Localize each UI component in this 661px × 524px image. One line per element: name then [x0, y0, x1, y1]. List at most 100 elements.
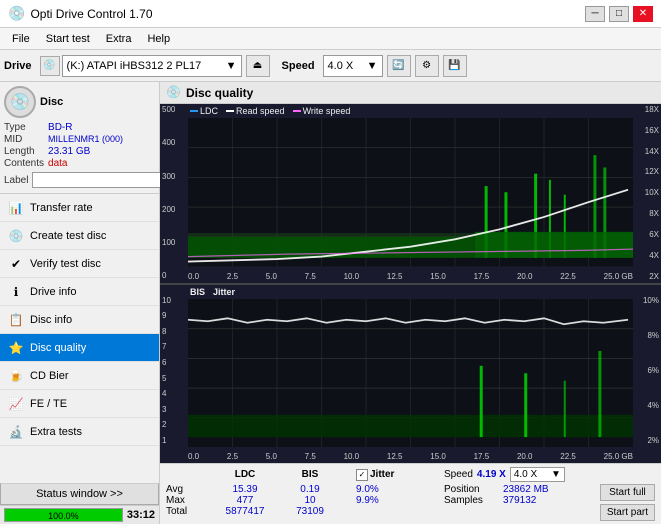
y-right-8x: 8X [635, 210, 659, 218]
write-speed-legend-label: Write speed [303, 106, 351, 116]
x-12-5: 12.5 [387, 273, 403, 281]
stats-area: LDC BIS ✓ Jitter Speed 4.19 X 4.0 X ▼ [160, 463, 661, 524]
menu-help[interactable]: Help [139, 31, 178, 47]
length-value: 23.31 GB [48, 146, 155, 157]
x-10: 10.0 [344, 273, 360, 281]
disc-info-label: Disc info [30, 314, 72, 326]
bis-jitter-header: BIS Jitter [190, 287, 235, 297]
transfer-rate-label: Transfer rate [30, 202, 93, 214]
start-part-button[interactable]: Start part [600, 504, 655, 521]
y-b-2: 2 [162, 421, 186, 429]
chart-bottom: BIS Jitter 10 9 8 7 6 5 4 3 2 1 [160, 284, 661, 464]
eject-button[interactable]: ⏏ [246, 55, 270, 77]
sidebar-item-verify-test-disc[interactable]: ✔ Verify test disc [0, 250, 159, 278]
xb-20: 20.0 [517, 453, 533, 461]
sidebar-item-transfer-rate[interactable]: 📊 Transfer rate [0, 194, 159, 222]
speed-dropdown[interactable]: 4.0 X ▼ [323, 55, 383, 77]
sidebar-item-drive-info[interactable]: ℹ Drive info [0, 278, 159, 306]
disc-quality-icon: ⭐ [8, 340, 24, 356]
save-button[interactable]: 💾 [443, 55, 467, 77]
position-label: Position [444, 484, 499, 495]
read-speed-legend-dot [226, 110, 234, 112]
y-right-16x: 16X [635, 127, 659, 135]
speed-label: Speed [282, 60, 315, 72]
samples-row: Samples 379132 [444, 495, 549, 506]
transfer-rate-icon: 📊 [8, 200, 24, 216]
y-br-6pct: 6% [635, 367, 659, 375]
speed-label-stats: Speed [444, 469, 473, 480]
x-axis-top: 0.0 2.5 5.0 7.5 10.0 12.5 15.0 17.5 20.0… [188, 273, 633, 281]
label-field-label: Label [4, 175, 28, 186]
y-b-6: 6 [162, 359, 186, 367]
disc-info-grid: Type BD-R MID MILLENMR1 (000) Length 23.… [4, 122, 155, 169]
stats-table: Avg 15.39 0.19 9.0% Max 477 10 9.9% [166, 484, 436, 517]
y-label-400: 400 [162, 139, 186, 147]
contents-value: data [48, 158, 155, 169]
jitter-checkbox-group[interactable]: ✓ Jitter [356, 469, 436, 481]
menu-start-test[interactable]: Start test [38, 31, 98, 47]
sidebar-item-disc-info[interactable]: 📋 Disc info [0, 306, 159, 334]
drive-select-group: 💿 (K:) ATAPI iHBS312 2 PL17 ▼ [40, 55, 242, 77]
y-axis-right-bottom: 10% 8% 6% 4% 2% [633, 285, 661, 448]
speed-info-group: Speed 4.19 X [444, 469, 506, 480]
y-right-18x: 18X [635, 106, 659, 114]
label-input[interactable] [32, 172, 170, 188]
speed-selector[interactable]: 4.0 X ▼ [510, 467, 565, 482]
stats-header-row: LDC BIS ✓ Jitter Speed 4.19 X 4.0 X ▼ [166, 467, 655, 482]
drive-value: (K:) ATAPI iHBS312 2 PL17 [67, 60, 202, 72]
menu-bar: File Start test Extra Help [0, 28, 661, 50]
menu-file[interactable]: File [4, 31, 38, 47]
sidebar-item-cd-bier[interactable]: 🍺 CD Bier [0, 362, 159, 390]
y-label-100: 100 [162, 239, 186, 247]
close-button[interactable]: ✕ [633, 6, 653, 22]
chart-top-svg [188, 118, 633, 267]
refresh-button[interactable]: 🔄 [387, 55, 411, 77]
cd-bier-icon: 🍺 [8, 368, 24, 384]
status-bar: 100.0% 33:12 [0, 505, 159, 524]
jitter-checkbox[interactable]: ✓ [356, 469, 368, 481]
speed-value-stats: 4.19 X [477, 469, 506, 480]
maximize-button[interactable]: □ [609, 6, 629, 22]
disc-quality-header-icon: 💿 [166, 85, 182, 101]
start-full-button[interactable]: Start full [600, 484, 655, 501]
menu-extra[interactable]: Extra [98, 31, 140, 47]
avg-label: Avg [166, 484, 210, 495]
y-b-9: 9 [162, 312, 186, 320]
type-label: Type [4, 122, 44, 133]
x-20: 20.0 [517, 273, 533, 281]
speed-selector-arrow: ▼ [551, 469, 561, 480]
xb-15: 15.0 [430, 453, 446, 461]
drive-dropdown[interactable]: (K:) ATAPI iHBS312 2 PL17 ▼ [62, 55, 242, 77]
avg-bis: 0.19 [280, 484, 340, 495]
verify-test-disc-label: Verify test disc [30, 258, 101, 270]
y-label-200: 200 [162, 206, 186, 214]
sidebar-item-disc-quality[interactable]: ⭐ Disc quality [0, 334, 159, 362]
sidebar-item-fe-te[interactable]: 📈 FE / TE [0, 390, 159, 418]
mid-label: MID [4, 134, 44, 145]
status-window-button[interactable]: Status window >> [0, 483, 159, 505]
xb-10: 10.0 [344, 453, 360, 461]
drive-toolbar: Drive 💿 (K:) ATAPI iHBS312 2 PL17 ▼ ⏏ Sp… [0, 50, 661, 82]
contents-label: Contents [4, 158, 44, 169]
xb-5: 5.0 [266, 453, 277, 461]
xb-0: 0.0 [188, 453, 199, 461]
minimize-button[interactable]: ─ [585, 6, 605, 22]
title-bar: 💿 Opti Drive Control 1.70 ─ □ ✕ [0, 0, 661, 28]
y-right-10x: 10X [635, 189, 659, 197]
xb-25: 25.0 GB [604, 453, 633, 461]
y-axis-left-top: 500 400 300 200 100 0 [160, 104, 188, 283]
x-17-5: 17.5 [474, 273, 490, 281]
sidebar-item-create-test-disc[interactable]: 💿 Create test disc [0, 222, 159, 250]
sidebar-item-extra-tests[interactable]: 🔬 Extra tests [0, 418, 159, 446]
main-layout: 💿 Disc Type BD-R MID MILLENMR1 (000) Len… [0, 82, 661, 524]
legend-read-speed: Read speed [226, 106, 285, 116]
y-br-10pct: 10% [635, 297, 659, 305]
fe-te-label: FE / TE [30, 398, 67, 410]
progress-label: 100.0% [48, 509, 79, 522]
drive-info-icon: ℹ [8, 284, 24, 300]
stats-data-row: Avg 15.39 0.19 9.0% Max 477 10 9.9% [166, 484, 655, 521]
max-ldc: 477 [210, 495, 280, 506]
xb-22-5: 22.5 [560, 453, 576, 461]
settings-button[interactable]: ⚙ [415, 55, 439, 77]
disc-info-icon: 📋 [8, 312, 24, 328]
